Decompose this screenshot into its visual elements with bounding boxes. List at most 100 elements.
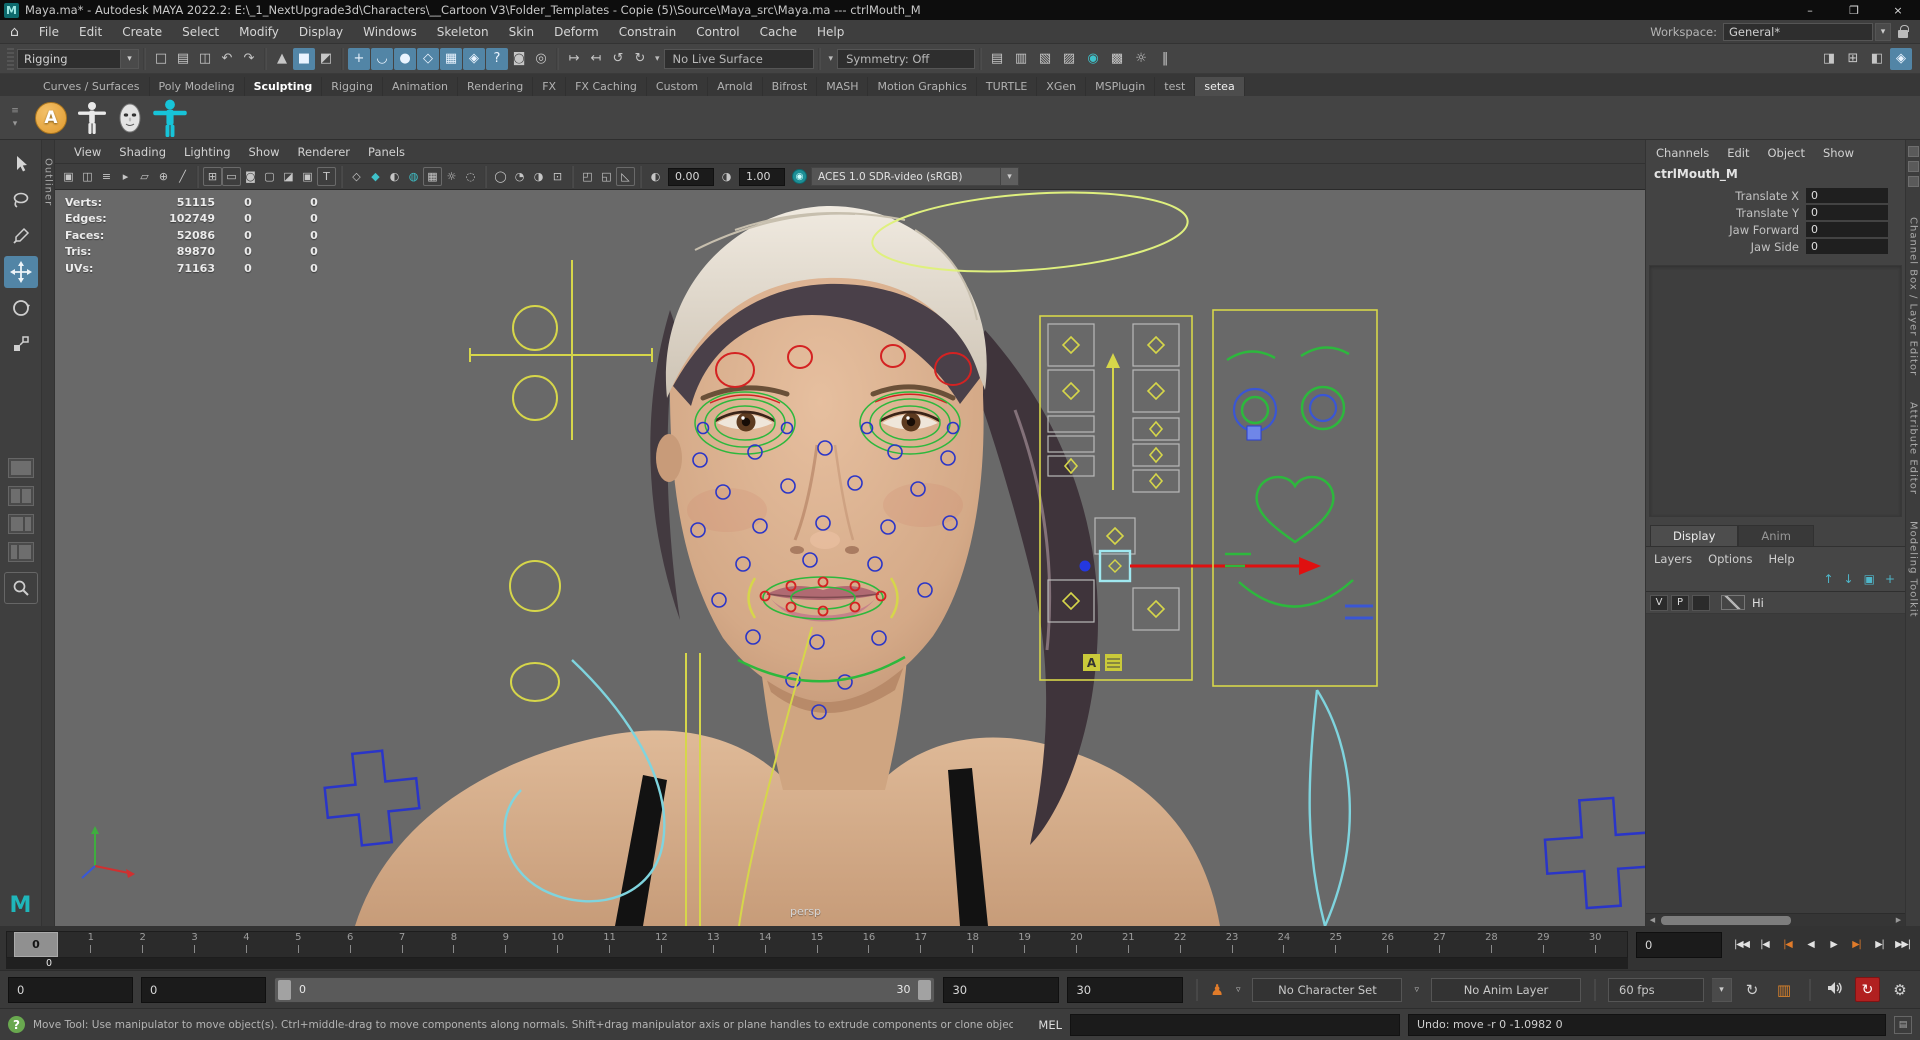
playhead[interactable]: 0 — [14, 932, 58, 957]
shelf-tab-motion-graphics[interactable]: Motion Graphics — [868, 77, 976, 96]
view-transform-icon[interactable]: ◉ — [792, 169, 807, 184]
tab-display[interactable]: Display — [1650, 525, 1738, 546]
layer-playback-toggle[interactable]: P — [1671, 595, 1689, 611]
cb-menu-edit[interactable]: Edit — [1727, 146, 1749, 160]
le-menu-help[interactable]: Help — [1768, 552, 1794, 566]
frame-tick[interactable]: 2 — [117, 932, 169, 957]
shelf-tab-turtle[interactable]: TURTLE — [977, 77, 1037, 96]
hypershade-icon[interactable]: ▩ — [1106, 48, 1128, 70]
scroll-right-icon[interactable]: ▶ — [1892, 914, 1905, 927]
image-plane-icon[interactable]: ▱ — [135, 167, 154, 186]
le-menu-options[interactable]: Options — [1708, 552, 1752, 566]
field-chart-icon[interactable]: ◪ — [279, 167, 298, 186]
shelf-tab-fx[interactable]: FX — [533, 77, 566, 96]
film-gate-icon[interactable]: ▭ — [222, 167, 241, 186]
lock-camera-icon[interactable]: ◫ — [78, 167, 97, 186]
symmetry-field[interactable]: Symmetry: Off — [837, 49, 975, 69]
zoom-layout-button[interactable] — [4, 572, 38, 604]
attribute-editor-tab[interactable]: Attribute Editor — [1908, 402, 1919, 495]
layer-name[interactable]: Hi — [1752, 596, 1764, 610]
frame-tick[interactable]: 19 — [999, 932, 1051, 957]
frame-tick[interactable]: 1 — [65, 932, 117, 957]
safe-title-icon[interactable]: T — [317, 167, 336, 186]
menu-windows[interactable]: Windows — [353, 25, 427, 39]
animation-preferences-icon[interactable]: ⚙ — [1888, 981, 1912, 999]
frame-tick[interactable]: 9 — [480, 932, 532, 957]
safe-action-icon[interactable]: ▣ — [298, 167, 317, 186]
character-set-icon[interactable]: ♟ — [1210, 981, 1223, 999]
shadows-icon[interactable]: ▦ — [423, 167, 442, 186]
shelf-tab-rigging[interactable]: Rigging — [322, 77, 383, 96]
shaded-mode-icon[interactable]: ◆ — [366, 167, 385, 186]
bookmark-icon[interactable]: ▸ — [116, 167, 135, 186]
scale-tool[interactable] — [4, 328, 38, 360]
channel-attribute-row[interactable]: Translate X 0 — [1646, 187, 1905, 204]
snap-together-icon[interactable]: ◈ — [463, 48, 485, 70]
xray-icon[interactable]: ◯ — [491, 167, 510, 186]
shelf-item-a-pose[interactable]: A — [35, 102, 67, 134]
frame-tick[interactable]: 12 — [636, 932, 688, 957]
sidebar-mini-icon-3[interactable] — [1908, 176, 1919, 187]
light-editor-icon[interactable]: ☼ — [1130, 48, 1152, 70]
shelf-tab-rendering[interactable]: Rendering — [458, 77, 533, 96]
frame-tick[interactable]: 27 — [1414, 932, 1466, 957]
vp-menu-view[interactable]: View — [65, 145, 110, 159]
exposure-field[interactable]: 0.00 — [668, 168, 714, 186]
use-all-lights-icon[interactable]: ◍ — [404, 167, 423, 186]
open-scene-icon[interactable]: ▤ — [172, 48, 194, 70]
shelf-tab-mash[interactable]: MASH — [817, 77, 868, 96]
channel-attribute-row[interactable]: Jaw Forward 0 — [1646, 221, 1905, 238]
gate-mask-icon[interactable]: ▢ — [260, 167, 279, 186]
scrollbar-thumb[interactable] — [1661, 916, 1791, 925]
menu-create[interactable]: Create — [112, 25, 172, 39]
attribute-editor-toggle-icon[interactable]: ◧ — [1866, 48, 1888, 70]
xray-active-icon[interactable]: ◑ — [529, 167, 548, 186]
layer-color-swatch[interactable] — [1721, 595, 1745, 610]
menu-edit[interactable]: Edit — [69, 25, 112, 39]
shelf-item-t-pose-teal[interactable] — [153, 99, 187, 137]
symmetry-caret-icon[interactable]: ▾ — [829, 54, 834, 64]
range-start-handle[interactable] — [278, 980, 291, 1000]
snap-to-projected-center-icon[interactable]: ◇ — [417, 48, 439, 70]
xray-joints-icon[interactable]: ◔ — [510, 167, 529, 186]
2d-pan-zoom-icon[interactable]: ⊕ — [154, 167, 173, 186]
playback-start-field[interactable]: 0 — [141, 977, 266, 1003]
shelf-tab-custom[interactable]: Custom — [647, 77, 708, 96]
channel-box-toggle-icon[interactable]: ◈ — [1890, 48, 1912, 70]
play-forwards-button[interactable]: ▶ — [1822, 932, 1845, 956]
two-pane-layout-button[interactable] — [8, 486, 34, 506]
frame-tick[interactable]: 4 — [221, 932, 273, 957]
animation-start-field[interactable]: 0 — [8, 977, 133, 1003]
shelf-menu-icon[interactable]: ≡ — [11, 106, 19, 116]
colorspace-select[interactable]: ACES 1.0 SDR-video (sRGB) — [811, 167, 1001, 186]
menu-select[interactable]: Select — [172, 25, 229, 39]
anim-layer-select[interactable]: No Anim Layer — [1431, 978, 1581, 1002]
rotate-tool[interactable] — [4, 292, 38, 324]
frame-tick[interactable]: 14 — [739, 932, 791, 957]
select-hierarchy-icon[interactable]: ▲ — [271, 48, 293, 70]
le-menu-layers[interactable]: Layers — [1654, 552, 1692, 566]
menu-skin[interactable]: Skin — [499, 25, 545, 39]
input-connections-icon[interactable]: ↦ — [563, 48, 585, 70]
play-backwards-button[interactable]: ◀ — [1799, 932, 1822, 956]
menu-skeleton[interactable]: Skeleton — [427, 25, 499, 39]
construction-history-icon[interactable]: ↺ — [607, 48, 629, 70]
shelf-tab-fx-caching[interactable]: FX Caching — [566, 77, 647, 96]
menu-cache[interactable]: Cache — [750, 25, 807, 39]
exposure-icon[interactable]: ◐ — [646, 167, 665, 186]
close-button[interactable]: × — [1876, 0, 1920, 20]
menu-help[interactable]: Help — [807, 25, 854, 39]
playback-end-field[interactable]: 30 — [943, 977, 1059, 1003]
frame-tick[interactable]: 21 — [1102, 932, 1154, 957]
frame-tick[interactable]: 28 — [1466, 932, 1518, 957]
menu-constrain[interactable]: Constrain — [609, 25, 687, 39]
shelf-tab-arnold[interactable]: Arnold — [708, 77, 763, 96]
move-layer-up-icon[interactable]: ↑ — [1823, 572, 1833, 586]
range-slider[interactable]: 0 30 — [274, 977, 935, 1003]
pane-layout-icon[interactable]: ◰ — [578, 167, 597, 186]
pane-layout2-icon[interactable]: ◱ — [597, 167, 616, 186]
go-to-start-button[interactable]: |◀◀ — [1730, 932, 1753, 956]
layer-scrollbar[interactable]: ◀ ▶ — [1646, 913, 1905, 926]
ipr-render-icon[interactable]: ▧ — [1034, 48, 1056, 70]
menu-modify[interactable]: Modify — [229, 25, 289, 39]
